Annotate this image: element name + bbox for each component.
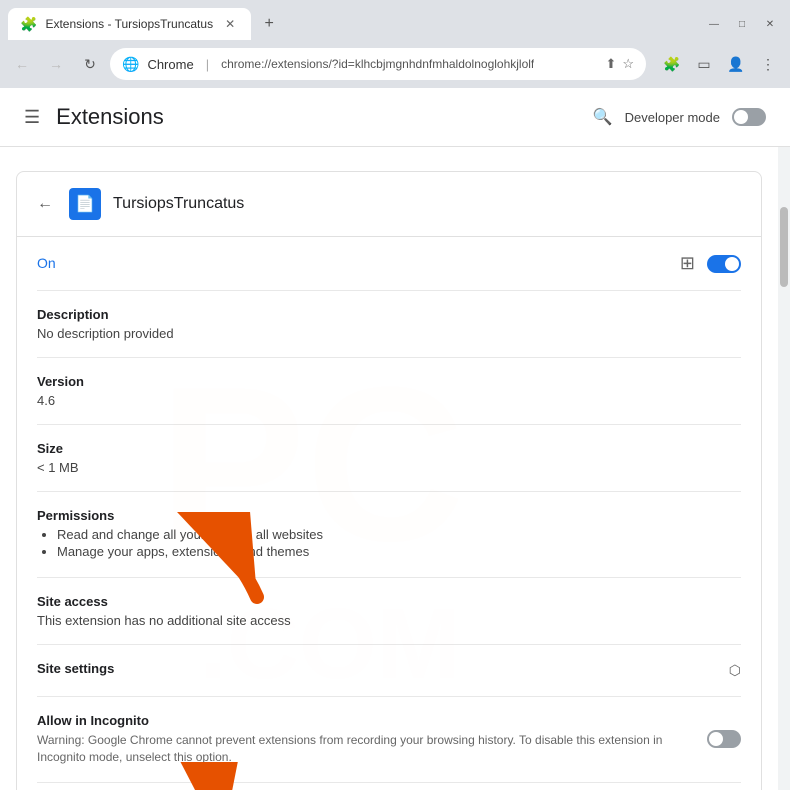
close-button[interactable]: ✕: [758, 16, 782, 32]
hamburger-menu-button[interactable]: ☰: [24, 107, 40, 128]
developer-mode-label: Developer mode: [625, 110, 720, 125]
on-label: On: [37, 255, 56, 271]
allow-incognito-warning: Warning: Google Chrome cannot prevent ex…: [37, 732, 691, 766]
tab-title: Extensions - TursiopsTruncatus: [45, 17, 213, 31]
page-title: Extensions: [56, 104, 593, 130]
extensions-toolbar-icon[interactable]: 🧩: [658, 50, 686, 78]
secure-icon: 🌐: [122, 56, 139, 73]
version-label: Version: [37, 374, 741, 389]
tab-extension-icon: 🧩: [20, 16, 37, 33]
address-actions: ⬆ ☆: [605, 56, 634, 72]
navigation-bar: ← → ↻ 🌐 Chrome | chrome://extensions/?id…: [0, 40, 790, 88]
permissions-row: Permissions Read and change all your dat…: [37, 492, 741, 578]
description-row: Description No description provided: [37, 291, 741, 358]
extension-icon: 📄: [69, 188, 101, 220]
active-tab[interactable]: 🧩 Extensions - TursiopsTruncatus ✕: [8, 8, 251, 40]
title-bar: 🧩 Extensions - TursiopsTruncatus ✕ + — □…: [0, 0, 790, 40]
extensions-page: ☰ Extensions 🔍 Developer mode: [0, 88, 790, 790]
extensions-header: ☰ Extensions 🔍 Developer mode: [0, 88, 790, 147]
description-label: Description: [37, 307, 741, 322]
new-tab-button[interactable]: +: [255, 10, 283, 38]
site-settings-row: Site settings ⬡: [37, 645, 741, 697]
scrollbar[interactable]: [778, 147, 790, 790]
browser-frame: 🧩 Extensions - TursiopsTruncatus ✕ + — □…: [0, 0, 790, 790]
source-row: Source Not from Chrome Web Store.: [37, 783, 741, 790]
address-path-text: chrome://extensions/?id=klhcbjmgnhdnfmha…: [221, 57, 534, 71]
address-separator: |: [206, 57, 209, 72]
sidebar-toolbar-icon[interactable]: ▭: [690, 50, 718, 78]
window-controls: — □ ✕: [702, 16, 782, 32]
permission-item-1: Read and change all your data on all web…: [57, 527, 741, 542]
allow-incognito-label: Allow in Incognito: [37, 713, 691, 728]
site-access-row: Site access This extension has no additi…: [37, 578, 741, 645]
extension-card-body: On ⊞ Description No description provided: [17, 237, 761, 790]
extension-detail-content: PC .COM ← 📄: [0, 147, 778, 790]
grid-icon[interactable]: ⊞: [680, 253, 695, 274]
description-value: No description provided: [37, 326, 741, 341]
version-value: 4.6: [37, 393, 741, 408]
scrollbar-thumb[interactable]: [780, 207, 788, 287]
size-row: Size < 1 MB: [37, 425, 741, 492]
extension-icon-symbol: 📄: [75, 194, 95, 214]
version-row: Version 4.6: [37, 358, 741, 425]
size-value: < 1 MB: [37, 460, 741, 475]
maximize-button[interactable]: □: [730, 16, 754, 32]
incognito-toggle[interactable]: [707, 730, 741, 748]
bookmark-icon[interactable]: ☆: [622, 56, 634, 72]
site-settings-label: Site settings: [37, 661, 114, 676]
extension-card: PC .COM ← 📄: [16, 171, 762, 790]
toolbar-icons: 🧩 ▭ 👤 ⋮: [658, 50, 782, 78]
size-label: Size: [37, 441, 741, 456]
back-button[interactable]: ←: [8, 50, 36, 78]
address-bar[interactable]: 🌐 Chrome | chrome://extensions/?id=klhcb…: [110, 48, 646, 80]
share-icon[interactable]: ⬆: [605, 56, 616, 72]
developer-mode-toggle[interactable]: [732, 108, 766, 126]
external-link-icon[interactable]: ⬡: [729, 662, 741, 679]
permissions-list: Read and change all your data on all web…: [37, 527, 741, 559]
back-to-extensions-button[interactable]: ←: [37, 195, 53, 213]
profile-toolbar-icon[interactable]: 👤: [722, 50, 750, 78]
header-right: 🔍 Developer mode: [593, 107, 766, 127]
extension-card-header: ← 📄 TursiopsTruncatus: [17, 172, 761, 237]
extension-enable-toggle[interactable]: [707, 255, 741, 273]
address-site-label: Chrome: [147, 57, 193, 72]
menu-toolbar-icon[interactable]: ⋮: [754, 50, 782, 78]
permissions-label: Permissions: [37, 508, 741, 523]
on-off-row: On ⊞: [37, 237, 741, 291]
incognito-row: Allow in Incognito Warning: Google Chrom…: [37, 697, 741, 783]
site-access-value: This extension has no additional site ac…: [37, 613, 741, 628]
reload-button[interactable]: ↻: [76, 50, 104, 78]
permission-item-2: Manage your apps, extensions, and themes: [57, 544, 741, 559]
search-button[interactable]: 🔍: [593, 107, 613, 127]
site-access-label: Site access: [37, 594, 741, 609]
tab-close-button[interactable]: ✕: [221, 15, 239, 33]
minimize-button[interactable]: —: [702, 16, 726, 32]
extension-name: TursiopsTruncatus: [113, 195, 244, 213]
forward-button[interactable]: →: [42, 50, 70, 78]
browser-content: ☰ Extensions 🔍 Developer mode: [0, 88, 790, 790]
